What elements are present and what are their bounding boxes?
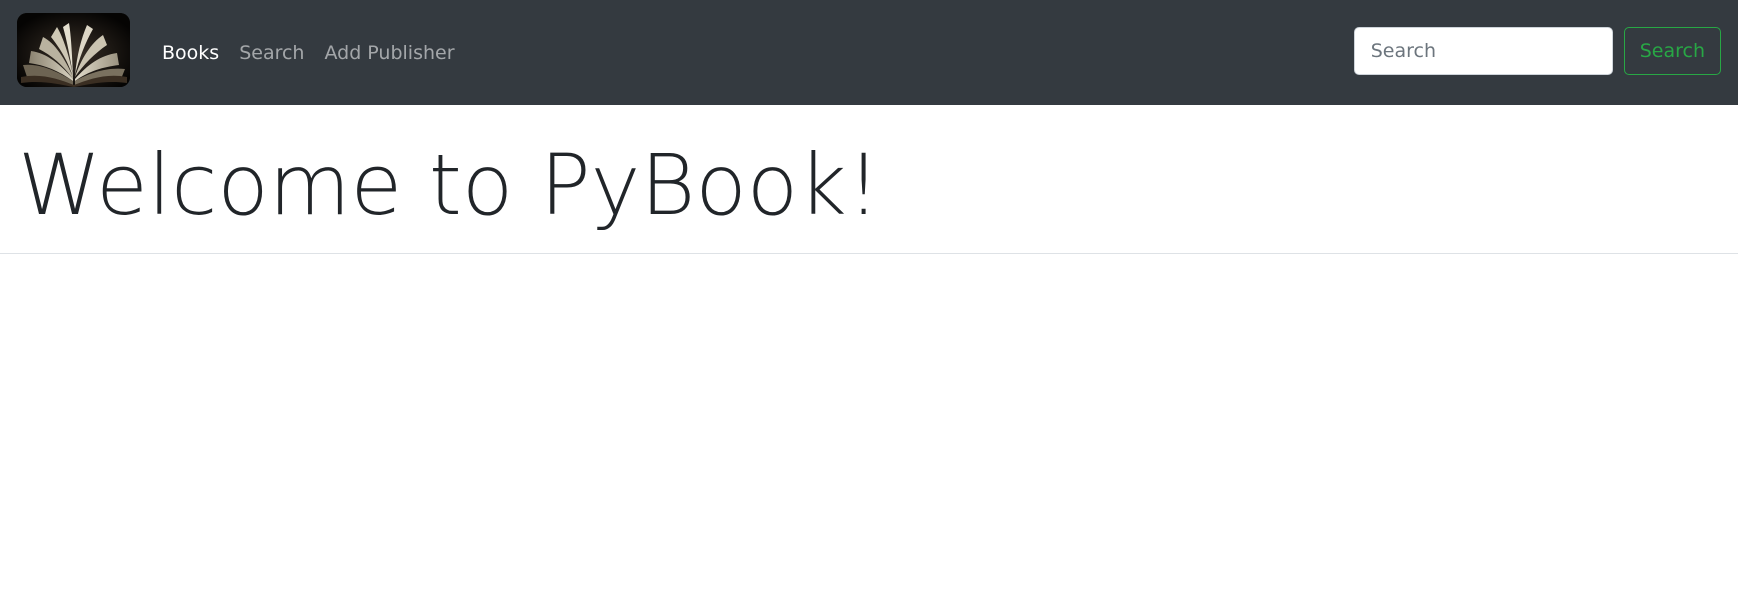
navbar: Books Search Add Publisher Search xyxy=(0,0,1738,105)
search-form: Search xyxy=(1353,27,1721,75)
open-book-icon xyxy=(17,13,130,87)
nav-link-add-publisher[interactable]: Add Publisher xyxy=(314,42,464,64)
search-input[interactable] xyxy=(1353,27,1613,75)
nav-link-books[interactable]: Books xyxy=(152,42,229,64)
search-button[interactable]: Search xyxy=(1623,27,1721,75)
jumbotron: Welcome to PyBook! xyxy=(0,105,1738,254)
nav-link-search[interactable]: Search xyxy=(229,42,314,64)
brand-logo[interactable] xyxy=(17,13,130,87)
nav-links: Books Search Add Publisher xyxy=(152,0,465,105)
page-title: Welcome to PyBook! xyxy=(18,136,881,234)
